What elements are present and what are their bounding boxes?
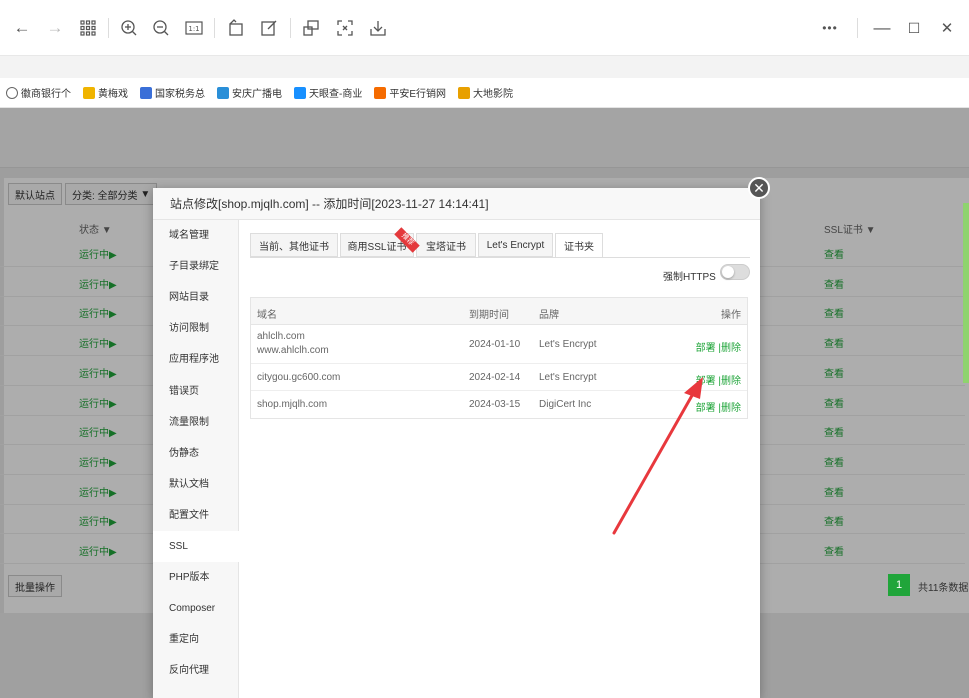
tab-item[interactable]: 宝塔证书 [416,233,476,257]
bookmark-item[interactable]: 大地影院 [458,85,513,100]
col-expire: 到期时间 [469,310,509,321]
svg-text:1:1: 1:1 [188,25,199,33]
delete-link[interactable]: 删除 [721,403,741,414]
modal-close-button[interactable]: ✕ [748,177,770,199]
minimize-icon[interactable]: — [868,14,896,42]
close-window-icon[interactable]: ✕ [933,14,961,42]
cert-actions: 部署 |删除 [696,399,741,414]
tab-item[interactable]: Let's Encrypt [478,233,553,257]
screenshot-icon[interactable] [297,14,325,42]
sidebar-item[interactable]: 子目录绑定 [153,251,239,282]
globe-icon [6,86,18,99]
cert-brand: Let's Encrypt [539,338,597,350]
sidebar-item[interactable]: 默认文档 [153,469,239,500]
download-icon[interactable] [364,14,392,42]
cert-expire: 2024-03-15 [469,398,521,410]
ssl-content: 当前、其他证书 商用SSL证书 宝塔证书 Let's Encrypt 证书夹 推荐 强制H… [239,220,760,698]
bookmark-item[interactable]: 平安E行销网 [374,85,446,100]
bookmark-label: 国家税务总 [155,89,205,100]
browser-toolbar: ← → 1:1 ••• — ☐ ✕ [0,0,969,56]
page-1-button[interactable]: 1 [888,574,910,596]
cert-expire: 2024-02-14 [469,371,521,383]
bookmark-label: 天眼查-商业 [309,89,363,100]
col-action: 操作 [721,310,741,321]
sidebar-item[interactable]: SSL [153,531,239,562]
sidebar-item[interactable]: 应用程序池 [153,344,239,375]
bookmark-item[interactable]: 黄梅戏 [83,85,128,100]
force-https-label: 强制HTTPS [663,272,716,283]
bookmark-item[interactable]: 徽商银行个 [6,85,71,100]
bookmark-item[interactable]: 安庆广播电 [217,85,282,100]
bookmark-label: 安庆广播电 [232,89,282,100]
crop-icon[interactable] [331,14,359,42]
delete-link[interactable]: 删除 [721,343,741,354]
apps-grid-icon[interactable] [74,14,102,42]
bookmark-label: 大地影院 [473,89,514,100]
cert-domain: citygou.gc600.com [257,371,341,383]
cert-brand: DigiCert Inc [539,398,592,410]
cert-domain: shop.mjqlh.com [257,398,328,410]
zoom-out-icon[interactable] [147,14,175,42]
zoom-in-icon[interactable] [115,14,143,42]
cert-table: 域名 到期时间 品牌 操作 ahlclh.com www.ahlclh.com 20… [250,297,748,419]
tax-icon [140,86,152,99]
deploy-link[interactable]: 部署 [696,343,716,354]
sidebar-item[interactable]: 流量限制 [153,407,239,438]
side-green-bar [963,203,969,383]
bookmark-label: 徽商银行个 [21,89,71,100]
bookmarks-bar: 徽商银行个 黄梅戏 国家税务总 安庆广播电 天眼查-商业 平安E行销网 大地影院 [0,78,969,108]
more-menu-icon[interactable]: ••• [816,14,844,42]
col-brand: 品牌 [539,310,559,321]
sidebar-item[interactable]: 网站目录 [153,282,239,313]
cinema-icon [458,86,471,99]
modal-title: 站点修改[shop.mjqlh.com] -- 添加时间[2023-11-27 … [153,188,760,220]
tab-item[interactable]: 当前、其他证书 [250,233,338,257]
actual-size-icon[interactable]: 1:1 [180,14,208,42]
edit-icon[interactable] [255,14,283,42]
tab-item[interactable]: 证书夹 [555,233,603,258]
sidebar-item[interactable]: PHP版本 [153,562,239,593]
cert-domain-alt: www.ahlclh.com [257,345,329,356]
rotate-icon[interactable] [222,14,250,42]
cert-actions: 部署 |删除 [696,372,741,387]
bookmark-label: 平安E行销网 [389,89,447,100]
cert-actions: 部署 |删除 [696,339,741,354]
sidebar-item[interactable]: 配置文件 [153,500,239,531]
forward-icon[interactable]: → [41,14,69,42]
site-edit-modal: 站点修改[shop.mjqlh.com] -- 添加时间[2023-11-27 … [153,188,760,698]
force-https-toggle[interactable] [720,264,750,280]
sidebar-item[interactable]: 错误页 [153,376,239,407]
pingan-icon [374,86,387,99]
bookmark-item[interactable]: 天眼查-商业 [294,85,362,100]
toggle-knob [722,266,734,278]
sidebar-item[interactable]: 重定向 [153,624,239,655]
sidebar-item[interactable]: 访问限制 [153,313,239,344]
bookmark-item[interactable]: 国家税务总 [140,85,205,100]
sidebar-item[interactable]: 域名管理 [153,220,239,251]
tianyancha-icon [294,86,306,99]
sidebar-item[interactable]: 反向代理 [153,655,239,686]
cert-brand: Let's Encrypt [539,371,597,383]
cert-row: citygou.gc600.com 2024-02-14 Let's Encrypt… [251,364,747,391]
cert-domain: ahlclh.com [257,331,305,342]
sidebar-item[interactable]: 伪静态 [153,438,239,469]
cert-row: ahlclh.com www.ahlclh.com 2024-01-10 Let's … [251,325,747,364]
deploy-link[interactable]: 部署 [696,403,716,414]
back-icon[interactable]: ← [8,14,36,42]
modal-sidebar: 域名管理 子目录绑定 网站目录 访问限制 应用程序池 错误页 流量限制 伪静态 默认文档 配置文件… [153,220,239,698]
col-domain: 域名 [257,310,277,321]
delete-link[interactable]: 删除 [721,376,741,387]
cert-row: shop.mjqlh.com 2024-03-15 DigiCert Inc 部署 |… [251,391,747,418]
deploy-link[interactable]: 部署 [696,376,716,387]
cert-table-header: 域名 到期时间 品牌 操作 [251,298,747,325]
maximize-icon[interactable]: ☐ [900,14,928,42]
folder-icon [83,86,95,99]
lock-icon [217,86,229,99]
address-strip [0,56,969,78]
page-info: 共11条数据 [918,583,969,594]
bookmark-label: 黄梅戏 [98,89,128,100]
cert-expire: 2024-01-10 [469,338,521,350]
sidebar-item[interactable]: Composer [153,593,239,624]
